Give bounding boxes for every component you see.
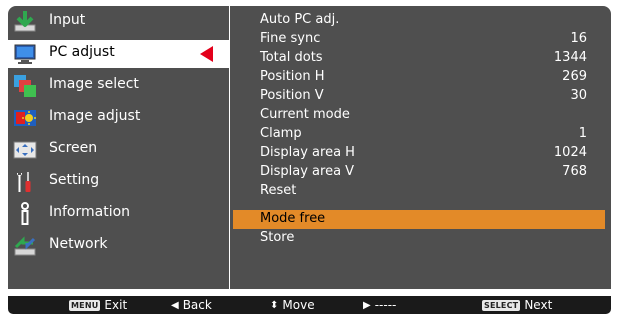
row-display-area-v[interactable]: Display area V 768 (230, 163, 611, 182)
up-down-arrow-icon: ⬍ (270, 299, 279, 311)
footer-next-arrow: ▶ ----- (363, 296, 396, 314)
menu-item-label: Image select (49, 76, 139, 92)
menu-item-label: Setting (49, 172, 100, 188)
row-position-v[interactable]: Position V 30 (230, 87, 611, 106)
footer-move: ⬍ Move (270, 296, 315, 314)
row-label: Store (260, 230, 295, 245)
footer-exit-label: Exit (104, 298, 128, 312)
selected-arrow-icon (200, 46, 213, 62)
row-store[interactable]: Store (230, 229, 611, 248)
row-mode-free-highlighted[interactable]: Mode free (233, 210, 605, 229)
row-label: Reset (260, 183, 297, 198)
footer-select: SELECT Next (482, 296, 552, 314)
row-label: Fine sync (260, 31, 321, 46)
row-reset[interactable]: Reset (230, 182, 611, 201)
row-label: Mode free (260, 211, 326, 226)
footer-move-label: Move (282, 298, 315, 312)
setting-icon (13, 170, 37, 194)
menu-item-pc-adjust[interactable]: PC adjust (8, 40, 229, 68)
row-position-h[interactable]: Position H 269 (230, 68, 611, 87)
network-icon (13, 234, 37, 258)
pc-adjust-icon (13, 42, 37, 66)
menu-item-label: Information (49, 204, 131, 220)
screen-icon (13, 138, 37, 162)
row-auto-pc-adj[interactable]: Auto PC adj. (230, 11, 611, 30)
row-value: 16 (570, 31, 587, 46)
row-total-dots[interactable]: Total dots 1344 (230, 49, 611, 68)
row-value: 1024 (553, 145, 587, 160)
right-arrow-icon: ▶ (363, 299, 371, 311)
menu-item-label: Network (49, 236, 108, 252)
footer-back: ◀ Back (171, 296, 212, 314)
key-guide-bar: MENU Exit ◀ Back ⬍ Move ▶ ----- SELECT N… (8, 296, 611, 314)
menu-item-information[interactable]: Information (8, 200, 229, 228)
image-select-icon (13, 74, 37, 98)
pc-adjust-submenu: Auto PC adj. Fine sync 16 Total dots 134… (230, 6, 611, 289)
row-value: 768 (562, 164, 587, 179)
row-value: 269 (562, 69, 587, 84)
row-label: Auto PC adj. (260, 12, 340, 27)
footer-select-label: Next (524, 298, 553, 312)
menu-item-label: Screen (49, 140, 98, 156)
row-label: Display area V (260, 164, 355, 179)
row-label: Clamp (260, 126, 302, 141)
menu-key-icon: MENU (69, 299, 101, 311)
input-icon (13, 10, 37, 34)
row-label: Position H (260, 69, 325, 84)
row-label: Current mode (260, 107, 350, 122)
main-menu: Input PC adjust Image select Image adjus… (8, 6, 229, 289)
row-value: 1344 (553, 50, 587, 65)
menu-item-image-select[interactable]: Image select (8, 72, 229, 100)
row-display-area-h[interactable]: Display area H 1024 (230, 144, 611, 163)
menu-item-label: Image adjust (49, 108, 141, 124)
footer-exit: MENU Exit (69, 296, 127, 314)
menu-item-input[interactable]: Input (8, 8, 229, 36)
menu-item-image-adjust[interactable]: Image adjust (8, 104, 229, 132)
row-label: Display area H (260, 145, 355, 160)
left-arrow-icon: ◀ (171, 299, 179, 311)
information-icon (13, 202, 37, 226)
menu-item-setting[interactable]: Setting (8, 168, 229, 196)
menu-item-screen[interactable]: Screen (8, 136, 229, 164)
row-fine-sync[interactable]: Fine sync 16 (230, 30, 611, 49)
menu-item-label: Input (49, 12, 86, 28)
footer-next-arrow-label: ----- (374, 298, 397, 312)
menu-item-network[interactable]: Network (8, 232, 229, 260)
row-clamp[interactable]: Clamp 1 (230, 125, 611, 144)
row-label: Position V (260, 88, 324, 103)
footer-back-label: Back (182, 298, 212, 312)
menu-item-label: PC adjust (49, 44, 115, 60)
row-current-mode[interactable]: Current mode (230, 106, 611, 125)
row-value: 1 (578, 126, 587, 141)
image-adjust-icon (13, 106, 37, 130)
row-value: 30 (570, 88, 587, 103)
select-key-icon: SELECT (482, 299, 521, 311)
row-label: Total dots (260, 50, 323, 65)
